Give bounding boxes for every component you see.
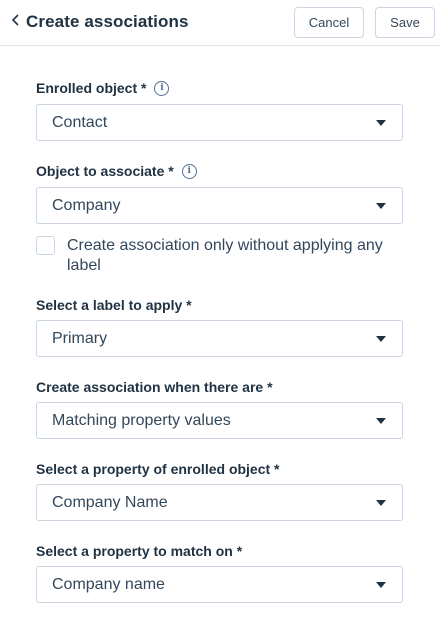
label-to-apply-select[interactable]: Primary	[36, 320, 403, 357]
no-label-checkbox-label[interactable]: Create association only without applying…	[67, 236, 412, 276]
caret-down-icon	[376, 500, 386, 506]
label-to-apply-label: Select a label to apply *	[36, 297, 192, 313]
caret-down-icon	[376, 336, 386, 342]
enrolled-property-select[interactable]: Company Name	[36, 484, 403, 521]
enrolled-property-label-text: Select a property of enrolled object *	[36, 461, 280, 477]
no-label-checkbox[interactable]	[36, 236, 55, 255]
cancel-button[interactable]: Cancel	[294, 7, 364, 38]
caret-down-icon	[376, 418, 386, 424]
match-property-label: Select a property to match on *	[36, 543, 242, 559]
enrolled-property-value: Company Name	[52, 494, 168, 511]
enrolled-object-label-text: Enrolled object *	[36, 80, 147, 96]
save-button[interactable]: Save	[375, 7, 435, 38]
object-to-associate-select[interactable]: Company	[36, 187, 403, 224]
object-to-associate-label: Object to associate * i	[36, 163, 197, 179]
match-property-select[interactable]: Company name	[36, 566, 403, 603]
chevron-left-icon[interactable]	[10, 12, 22, 28]
caret-down-icon	[376, 582, 386, 588]
association-condition-value: Matching property values	[52, 412, 231, 429]
label-to-apply-value: Primary	[52, 330, 108, 347]
info-icon[interactable]: i	[181, 163, 197, 179]
label-to-apply-label-text: Select a label to apply *	[36, 297, 192, 313]
enrolled-object-label: Enrolled object * i	[36, 80, 170, 96]
object-to-associate-value: Company	[52, 197, 121, 214]
page-title: Create associations	[26, 12, 189, 31]
panel-header: Create associations Cancel Save	[0, 0, 440, 46]
association-condition-label: Create association when there are *	[36, 379, 273, 395]
object-to-associate-label-text: Object to associate *	[36, 163, 174, 179]
enrolled-object-select[interactable]: Contact	[36, 104, 403, 141]
enrolled-property-label: Select a property of enrolled object *	[36, 461, 280, 477]
association-condition-select[interactable]: Matching property values	[36, 402, 403, 439]
info-icon[interactable]: i	[154, 80, 170, 96]
caret-down-icon	[376, 120, 386, 126]
match-property-value: Company name	[52, 576, 165, 593]
match-property-label-text: Select a property to match on *	[36, 543, 243, 559]
association-condition-label-text: Create association when there are *	[36, 379, 273, 395]
caret-down-icon	[376, 203, 386, 209]
enrolled-object-value: Contact	[52, 114, 108, 131]
